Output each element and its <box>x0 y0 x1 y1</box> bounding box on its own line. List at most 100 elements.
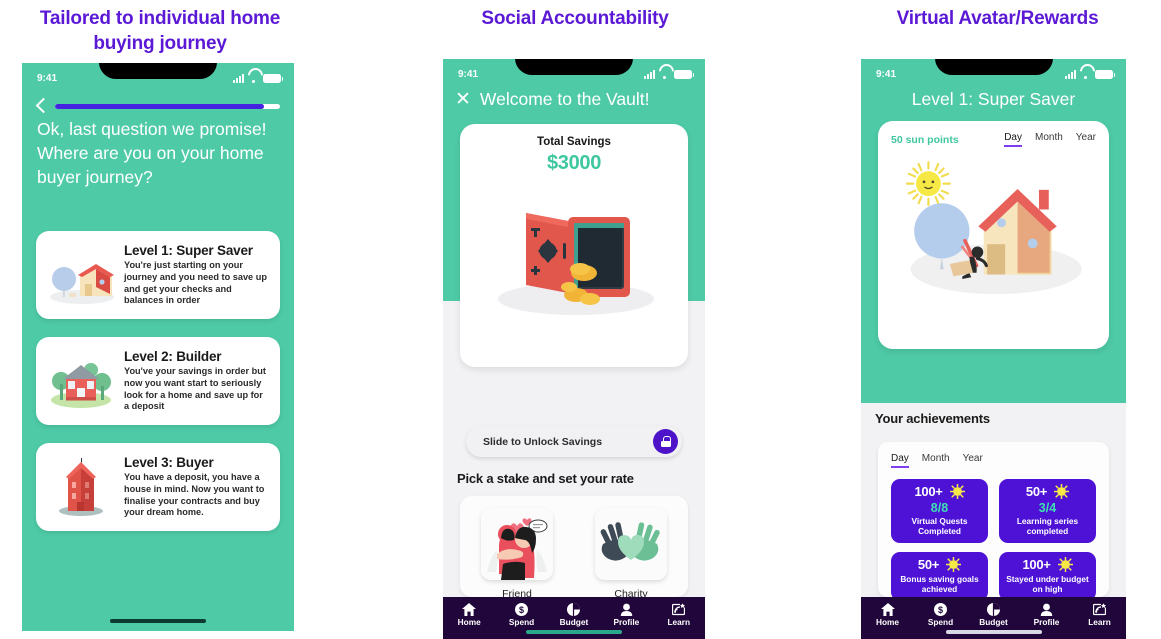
level-title: Level 1: Super Saver <box>124 243 253 259</box>
nav-label: Spend <box>927 617 954 627</box>
nav-item-profile[interactable]: Profile <box>605 602 647 627</box>
stake-options-card: Friend Charity <box>460 496 688 600</box>
nav-item-learn[interactable]: Learn <box>658 602 700 627</box>
nav-label: Profile <box>1033 617 1060 627</box>
level-description: You've your savings in order but now you… <box>124 366 266 412</box>
level-option-card[interactable]: Level 3: Buyer You have a deposit, you h… <box>36 443 280 531</box>
level-title: Level 3: Buyer <box>124 455 214 471</box>
nav-item-home[interactable]: Home <box>867 602 909 627</box>
achv-tab-month[interactable]: Month <box>922 453 950 468</box>
stake-option-charity[interactable]: Charity <box>589 508 673 600</box>
stake-option-friend[interactable]: Friend <box>475 508 559 600</box>
rewards-header-title: Level 1: Super Saver <box>911 89 1076 109</box>
avatar-period-tabs: Day Month Year <box>1004 132 1096 147</box>
house-with-trees-illustration <box>44 348 118 414</box>
onboarding-topbar <box>22 95 294 117</box>
nav-label: Budget <box>559 617 589 627</box>
nav-label: Learn <box>667 617 691 627</box>
battery-icon <box>1095 69 1115 79</box>
home-icon <box>462 602 477 616</box>
savings-amount: $3000 <box>546 152 602 174</box>
status-time: 9:41 <box>37 72 58 84</box>
badge-label: Virtual Quests Completed <box>911 516 968 536</box>
nav-label: Spend <box>508 617 535 627</box>
column-heading-1: Tailored to individual home buying journ… <box>39 8 281 54</box>
tall-red-house-illustration <box>44 454 118 520</box>
column-heading-3: Virtual Avatar/Rewards <box>896 8 1099 29</box>
period-tab-day[interactable]: Day <box>1004 132 1022 147</box>
badge-label: Stayed under budget on high <box>1006 574 1089 594</box>
achievement-badge[interactable]: 100+ 8/8 Virtual Quests Completed <box>891 479 988 543</box>
vault-header: ✕ Welcome to the Vault! <box>455 89 693 110</box>
vault-header-title: Welcome to the Vault! <box>479 89 650 109</box>
level-option-list: Level 1: Super Saver You're just startin… <box>36 231 280 549</box>
badge-count: 50+ <box>1025 484 1048 499</box>
column-heading-2: Social Accountability <box>481 8 669 29</box>
achievements-title: Your achievements <box>875 411 990 426</box>
badge-count: 100+ <box>1022 557 1051 572</box>
period-tab-year[interactable]: Year <box>1076 132 1096 147</box>
back-chevron-icon[interactable] <box>36 98 47 114</box>
status-time: 9:41 <box>458 68 479 80</box>
battery-icon <box>263 73 283 83</box>
nav-item-learn[interactable]: Learn <box>1079 602 1121 627</box>
level-option-card[interactable]: Level 2: Builder You've your savings in … <box>36 337 280 425</box>
learn-card-icon <box>672 602 686 616</box>
level-description: You have a deposit, you have a house in … <box>124 472 265 518</box>
onboarding-progress-bar <box>55 103 280 109</box>
badge-count: 100+ <box>914 484 943 499</box>
person-icon <box>620 602 633 616</box>
cellular-signal-icon <box>1065 69 1076 79</box>
dollar-coin-icon: $ <box>934 602 947 616</box>
progress-fill <box>55 103 265 109</box>
total-savings-card: Total Savings $3000 <box>460 124 688 367</box>
status-time: 9:41 <box>876 68 897 80</box>
nav-item-profile[interactable]: Profile <box>1026 602 1068 627</box>
achv-tab-year[interactable]: Year <box>963 453 983 468</box>
wifi-icon <box>1080 70 1091 79</box>
lock-icon <box>660 436 671 447</box>
phone-mockup-onboarding: 9:41 Ok, last question we promise! Where… <box>22 63 294 631</box>
cellular-signal-icon <box>233 73 244 83</box>
sun-house-person-with-balloon-illustration <box>891 149 1096 329</box>
nav-label: Home <box>457 617 481 627</box>
achievement-badge[interactable]: 50+ Bonus saving goals achieved <box>891 552 988 597</box>
svg-text:$: $ <box>519 604 524 614</box>
home-indicator <box>945 630 1042 634</box>
level-option-card[interactable]: Level 1: Super Saver You're just startin… <box>36 231 280 319</box>
svg-text:$: $ <box>938 604 943 614</box>
sun-icon <box>948 483 966 500</box>
badge-label: Bonus saving goals achieved <box>900 574 979 594</box>
achievement-badge[interactable]: 50+ 3/4 Learning series completed <box>999 479 1096 543</box>
period-tab-month[interactable]: Month <box>1035 132 1063 147</box>
onboarding-question: Ok, last question we promise! Where are … <box>37 119 267 187</box>
two-people-hugging-illustration <box>481 508 553 580</box>
nav-item-home[interactable]: Home <box>448 602 490 627</box>
badge-label: Learning series completed <box>1016 516 1079 536</box>
lock-knob[interactable] <box>653 429 678 454</box>
achievements-card: Day Month Year 100+ 8/8 Virtual Quests C… <box>878 442 1109 597</box>
level-description: You're just starting on your journey and… <box>124 260 267 306</box>
status-bar: 9:41 <box>443 59 705 85</box>
nav-item-spend[interactable]: $ Spend <box>501 602 543 627</box>
nav-item-spend[interactable]: $ Spend <box>920 602 962 627</box>
sun-points-label: 50 sun points <box>891 133 959 146</box>
wifi-icon <box>248 74 259 83</box>
nav-item-budget[interactable]: Budget <box>973 602 1015 627</box>
phone-mockup-vault: 9:41 ✕ Welcome to the Vault! Total Savin… <box>443 59 705 639</box>
hands-holding-heart-illustration <box>595 508 667 580</box>
achievement-badge[interactable]: 100+ Stayed under budget on high <box>999 552 1096 597</box>
avatar-card: 50 sun points Day Month Year <box>878 121 1109 349</box>
home-icon <box>880 602 895 616</box>
nav-label: Budget <box>979 617 1008 627</box>
slide-canvas: Tailored to individual home buying journ… <box>0 0 1161 639</box>
home-indicator <box>526 630 622 634</box>
close-icon[interactable]: ✕ <box>455 90 471 109</box>
nav-item-budget[interactable]: Budget <box>553 602 595 627</box>
achv-tab-day[interactable]: Day <box>891 453 909 468</box>
badge-score: 3/4 <box>1038 501 1057 515</box>
slide-to-unlock-slider[interactable]: Slide to Unlock Savings <box>466 426 682 457</box>
battery-icon <box>674 69 694 79</box>
badge-score: 8/8 <box>930 501 949 515</box>
sun-icon <box>945 556 962 573</box>
